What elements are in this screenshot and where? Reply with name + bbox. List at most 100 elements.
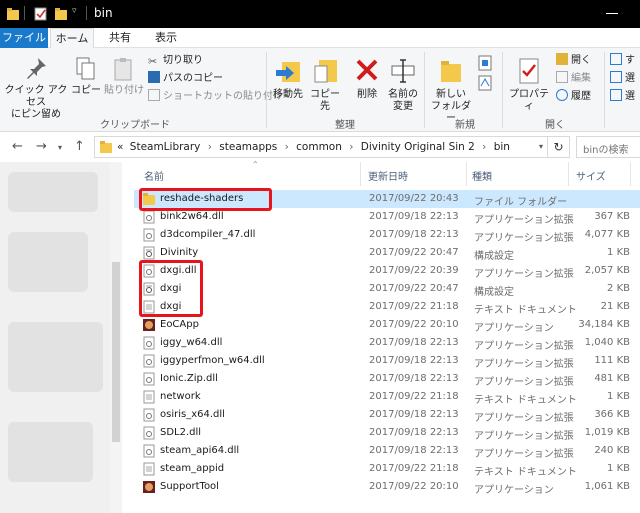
select-none-button[interactable]: 選 [610,71,635,87]
file-row[interactable]: dxgi.dll 2017/09/22 20:39 アプリケーション拡張 2,057 … [134,262,640,280]
file-row[interactable]: steam_appid 2017/09/22 21:18 テキスト ドキュメント 1 … [134,460,640,478]
breadcrumb-item[interactable]: common [296,141,342,153]
nav-item-blurred[interactable] [8,422,93,482]
edit-label: 編集 [571,73,591,84]
breadcrumb-separator-icon[interactable]: › [208,141,212,153]
cut-button[interactable]: ✂ 切り取り [148,53,203,69]
file-row[interactable]: SDL2.dll 2017/09/18 22:13 アプリケーション拡張 1,019 … [134,424,640,442]
edit-button[interactable]: 編集 [556,71,591,87]
delete-button[interactable]: 削除 [350,56,384,101]
file-row[interactable]: dxgi 2017/09/22 20:47 構成設定 2 KB [134,280,640,298]
open-button[interactable]: 開く [556,53,591,69]
scrollbar-thumb[interactable] [112,262,120,442]
pin-quick-access-button[interactable]: クイック アクセス にピン留め [4,56,68,121]
breadcrumb-separator-icon[interactable]: › [349,141,353,153]
search-input[interactable]: binの検索 [576,136,640,158]
new-folder-button[interactable]: 新しい フォルダー [428,56,474,125]
file-row[interactable]: iggyperfmon_w64.dll 2017/09/18 22:13 アプリケー… [134,352,640,370]
file-row[interactable]: steam_api64.dll 2017/09/18 22:13 アプリケーション拡… [134,442,640,460]
file-name[interactable]: steam_api64.dll [160,445,239,456]
breadcrumb-separator-icon[interactable]: › [482,141,486,153]
file-name[interactable]: Ionic.Zip.dll [160,373,218,384]
paste-shortcut-button[interactable]: ショートカットの貼り付け [148,89,283,105]
breadcrumb-item[interactable]: bin [494,141,510,153]
dll-icon [143,408,155,422]
file-date: 2017/09/22 21:18 [369,301,459,312]
properties-icon [519,58,539,84]
move-to-button[interactable]: 移動先 [270,56,306,101]
file-name[interactable]: iggyperfmon_w64.dll [160,355,265,366]
tab-home[interactable]: ホーム [50,28,94,49]
breadcrumb-item[interactable]: SteamLibrary [130,141,201,153]
address-bar[interactable]: « SteamLibrary › steamapps › common › Di… [94,136,548,158]
file-row[interactable]: SupportTool 2017/09/22 20:10 アプリケーション 1,061… [134,478,640,496]
tab-view[interactable]: 表示 [146,28,186,48]
breadcrumb-separator-icon[interactable]: › [285,141,289,153]
column-type[interactable]: 種類 [472,168,492,183]
history-icon [556,89,568,101]
file-name[interactable]: Divinity [160,247,198,258]
recent-locations-icon[interactable]: ▾ [58,143,62,152]
tab-file[interactable]: ファイル [0,28,48,48]
column-divider[interactable] [630,162,631,186]
copy-to-label: コピー先 [310,89,340,112]
history-button[interactable]: 履歴 [556,89,591,105]
column-name[interactable]: 名前 [144,168,164,183]
file-row[interactable]: network 2017/09/22 21:18 テキスト ドキュメント 1 KB [134,388,640,406]
properties-icon[interactable] [34,6,48,22]
minimize-button[interactable] [606,13,618,14]
column-size[interactable]: サイズ [576,168,606,183]
quick-access-dropdown-icon[interactable]: ▿ [72,6,77,22]
breadcrumb-item[interactable]: steamapps [219,141,277,153]
nav-item-blurred[interactable] [8,232,88,292]
new-item-icon[interactable] [476,54,496,72]
file-type: アプリケーション拡張 [474,377,574,388]
forward-arrow-icon[interactable]: → [36,139,47,154]
invert-selection-button[interactable]: 選 [610,89,635,105]
address-dropdown-icon[interactable]: ▾ [539,142,543,151]
file-name[interactable]: SDL2.dll [160,427,201,438]
new-folder-icon[interactable] [54,6,68,22]
file-row[interactable]: iggy_w64.dll 2017/09/18 22:13 アプリケーション拡張 1,… [134,334,640,352]
copy-to-button[interactable]: コピー先 [306,56,344,113]
file-name[interactable]: SupportTool [160,481,219,492]
nav-item-blurred[interactable] [8,172,98,212]
file-row[interactable]: d3dcompiler_47.dll 2017/09/18 22:13 アプリケーシ… [134,226,640,244]
copy-label: コピー [71,85,101,96]
up-arrow-icon[interactable]: ↑ [74,139,85,154]
navigation-scrollbar[interactable] [110,162,122,513]
back-arrow-icon[interactable]: ← [12,139,23,154]
file-name[interactable]: d3dcompiler_47.dll [160,229,255,240]
copy-button[interactable]: コピー [70,56,102,97]
column-divider[interactable] [360,162,361,186]
paste-shortcut-icon [148,89,160,101]
easy-access-icon[interactable] [476,74,496,92]
file-name[interactable]: osiris_x64.dll [160,409,225,420]
file-row[interactable]: osiris_x64.dll 2017/09/18 22:13 アプリケーション拡張… [134,406,640,424]
file-name[interactable]: network [160,391,201,402]
select-all-button[interactable]: す [610,53,635,69]
properties-button[interactable]: プロパティ [506,56,552,113]
column-divider[interactable] [568,162,569,186]
file-name[interactable]: steam_appid [160,463,224,474]
copy-path-button[interactable]: パスのコピー [148,71,223,87]
dll-icon [143,336,155,350]
properties-label: プロパティ [509,89,549,112]
paste-button[interactable]: 貼り付け [104,56,144,97]
column-divider[interactable] [466,162,467,186]
file-name[interactable]: iggy_w64.dll [160,337,222,348]
file-row[interactable]: Divinity 2017/09/22 20:47 構成設定 1 KB [134,244,640,262]
file-name[interactable]: bink2w64.dll [160,211,224,222]
breadcrumb-overflow[interactable]: « [117,141,123,153]
navigation-pane[interactable] [0,162,120,513]
tab-share[interactable]: 共有 [100,28,140,48]
file-row[interactable]: Ionic.Zip.dll 2017/09/18 22:13 アプリケーション拡張 4… [134,370,640,388]
breadcrumb-item[interactable]: Divinity Original Sin 2 [361,141,475,153]
file-row[interactable]: EoCApp 2017/09/22 20:10 アプリケーション 34,184 KB [134,316,640,334]
refresh-button[interactable]: ↻ [548,136,570,158]
column-date[interactable]: 更新日時 [368,168,408,183]
rename-button[interactable]: 名前の 変更 [384,56,422,113]
file-name[interactable]: EoCApp [160,319,199,330]
nav-item-blurred[interactable] [8,322,103,392]
file-row[interactable]: dxgi 2017/09/22 21:18 テキスト ドキュメント 21 KB [134,298,640,316]
